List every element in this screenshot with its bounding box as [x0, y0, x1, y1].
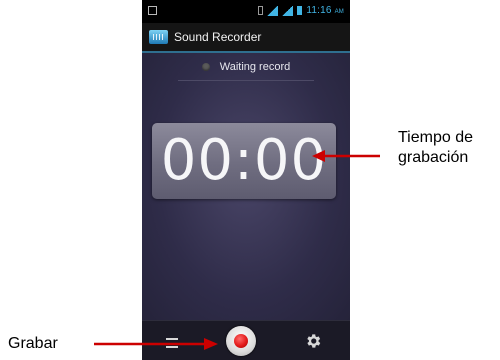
- status-divider: [178, 80, 314, 81]
- recorder-content: Waiting record 00:00: [142, 53, 350, 320]
- clock-time: 11:16: [306, 5, 332, 16]
- app-title: Sound Recorder: [174, 30, 262, 44]
- battery-icon: [297, 6, 303, 15]
- status-bar: 11:16 AM: [142, 0, 350, 23]
- timer-arrow-icon: [312, 150, 380, 162]
- status-indicator-icon: [201, 63, 210, 71]
- sound-recorder-app-icon: [149, 30, 168, 44]
- record-annotation: Grabar: [8, 335, 58, 352]
- timer-annotation: Tiempo de grabación: [398, 128, 473, 168]
- vibrate-icon: [258, 6, 264, 15]
- status-text: Waiting record: [219, 61, 291, 73]
- clock-ampm: AM: [334, 9, 344, 15]
- record-icon: [234, 334, 248, 348]
- action-bar: Sound Recorder: [142, 23, 350, 53]
- notification-icon: [148, 6, 157, 15]
- timer-display: 00:00: [152, 123, 336, 199]
- record-button[interactable]: [226, 326, 256, 356]
- signal-icon-2: [282, 5, 294, 16]
- timer-text: 00:00: [160, 128, 328, 193]
- timer-annotation-line1: Tiempo de: [398, 129, 473, 146]
- gear-icon[interactable]: [304, 332, 322, 350]
- signal-icon: [267, 5, 279, 16]
- status-clock: 11:16 AM: [306, 5, 344, 16]
- record-status: Waiting record: [142, 61, 350, 73]
- timer-annotation-line2: grabación: [398, 149, 469, 166]
- record-arrow-icon: [94, 338, 218, 350]
- status-icons: 11:16 AM: [258, 5, 344, 16]
- phone-screen: 11:16 AM Sound Recorder Waiting record 0…: [142, 0, 350, 360]
